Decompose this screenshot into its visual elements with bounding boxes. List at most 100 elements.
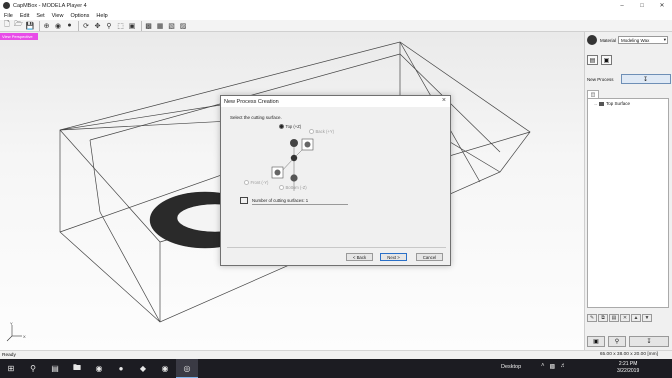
zoom-preview-button[interactable]: ⚲: [608, 336, 626, 347]
cube-front-icon[interactable]: ▦: [155, 21, 165, 31]
maximize-button[interactable]: □: [632, 0, 652, 11]
cut-button[interactable]: ↧: [629, 336, 669, 347]
file-explorer-icon[interactable]: 🖿: [66, 359, 88, 378]
panel-bottom-buttons: ▣ ⚲ ↧: [587, 336, 672, 347]
volume-icon[interactable]: ♬: [560, 363, 566, 370]
globe-view-icon[interactable]: ◉: [53, 21, 63, 31]
tree-item-label: Top Surface: [606, 101, 631, 106]
taskbar: ⊞ ⚲ ▤ 🖿 ◉ ● ◆ ◉ ◎ Desktop ˄ ▩ ♬ 2:21 PM …: [0, 359, 672, 378]
process-panel: Material Modeling Wax ▾ ▤ ▣ New Process …: [584, 32, 672, 350]
move-up-icon[interactable]: ▲: [631, 314, 641, 322]
windows-start-icon[interactable]: ⊞: [0, 359, 22, 378]
edit-icon[interactable]: ✎: [587, 314, 597, 322]
new-process-label: New Process: [587, 76, 614, 82]
back-y-option[interactable]: Back (+Y): [309, 129, 334, 134]
preview-button[interactable]: ▣: [587, 336, 605, 347]
cube-iso-icon[interactable]: ▨: [178, 21, 188, 31]
tree-connector: ....: [594, 101, 598, 106]
zoom-icon[interactable]: ⚲: [104, 21, 114, 31]
toolbar-separator: [38, 20, 40, 31]
machine-settings-icon[interactable]: ▤: [587, 55, 598, 65]
task-view-icon[interactable]: ▤: [44, 359, 66, 378]
cube-solid-icon[interactable]: ▩: [144, 21, 154, 31]
new-process-row: New Process ↧: [587, 74, 671, 84]
material-select[interactable]: Modeling Wax ▾: [618, 36, 669, 44]
search-icon[interactable]: ⚲: [22, 359, 44, 378]
move-icon[interactable]: ✥: [93, 21, 103, 31]
zoom-fit-icon[interactable]: ⬚: [116, 21, 126, 31]
menu-edit[interactable]: Edit: [20, 13, 29, 19]
clock[interactable]: 2:21 PM 3/22/2019: [617, 361, 639, 375]
panel-icons-row: ▤ ▣: [587, 55, 615, 65]
workpiece-dimensions: 65.00 x 38.00 x 20.00 [mm]: [599, 352, 658, 357]
menu-view[interactable]: View: [52, 13, 64, 19]
new-file-icon[interactable]: 🗋: [2, 21, 12, 31]
tree-tab[interactable]: ◫: [587, 90, 599, 98]
window-titlebar: CapMBox - MODELA Player 4 – □ ✕: [0, 0, 672, 11]
cancel-button[interactable]: Cancel: [416, 253, 443, 261]
back-y-label: Back (+Y): [315, 129, 335, 134]
new-process-dialog: New Process Creation × Select the cuttin…: [220, 95, 451, 266]
menu-options[interactable]: Options: [70, 13, 89, 19]
front-y-label: Front (-Y): [250, 180, 269, 185]
back-button[interactable]: < Back: [346, 253, 373, 261]
browser-icon[interactable]: ◉: [88, 359, 110, 378]
modela-player-taskbar-icon[interactable]: ◎: [176, 359, 198, 378]
app-icon-b[interactable]: ◆: [132, 359, 154, 378]
material-label: Material: [600, 37, 617, 43]
network-icon[interactable]: ▩: [550, 363, 556, 370]
system-tray: ˄ ▩ ♬: [541, 363, 571, 370]
tree-item[interactable]: .... Top Surface: [594, 101, 630, 106]
radio-icon: [309, 129, 314, 134]
front-y-option[interactable]: Front (-Y): [244, 180, 268, 185]
menu-help[interactable]: Help: [96, 13, 107, 19]
surface-count-row: Number of cutting surfaces: 1: [240, 197, 348, 205]
clock-time: 2:21 PM: [618, 361, 638, 367]
process-tree: .... Top Surface: [587, 98, 669, 308]
process-icon: [599, 101, 605, 106]
save-icon[interactable]: 💾: [25, 21, 35, 31]
new-process-icon: ↧: [643, 76, 649, 83]
status-text: Ready: [2, 352, 16, 358]
move-down-icon[interactable]: ▼: [642, 314, 652, 322]
status-bar: Ready 65.00 x 38.00 x 20.00 [mm]: [0, 350, 672, 359]
bottom-z-label: Bottom (-Z): [285, 185, 307, 190]
menu-bar: File Edit Set View Options Help: [0, 11, 672, 20]
material-row: Material Modeling Wax ▾: [587, 35, 669, 45]
zoom-window-icon[interactable]: ▣: [127, 21, 137, 31]
desktop-label[interactable]: Desktop: [501, 364, 521, 370]
window-controls: – □ ✕: [612, 0, 672, 11]
menu-file[interactable]: File: [4, 13, 13, 19]
next-button[interactable]: Next >: [380, 253, 407, 261]
count-underline: [252, 204, 348, 205]
surface-count-label: Number of cutting surfaces: 1: [252, 198, 309, 203]
tree-toolbar: ✎ ⧉ ▤ ✕ ▲ ▼: [587, 314, 653, 322]
dialog-divider: [227, 247, 446, 248]
new-process-button[interactable]: ↧: [620, 74, 671, 84]
paste-icon[interactable]: ▤: [609, 314, 619, 322]
minimize-button[interactable]: –: [612, 0, 632, 11]
cube-outline-icon: [240, 197, 248, 204]
open-folder-icon[interactable]: 🗁: [14, 21, 24, 31]
cube-side-icon[interactable]: ▧: [167, 21, 177, 31]
delete-icon[interactable]: ✕: [620, 314, 630, 322]
radio-icon: [279, 185, 284, 190]
material-value: Modeling Wax: [621, 37, 650, 43]
top-view-icon[interactable]: ⊕: [42, 21, 52, 31]
copy-icon[interactable]: ⧉: [598, 314, 608, 322]
axis-indicator: Y X: [6, 322, 26, 342]
app-icon-a[interactable]: ●: [110, 359, 132, 378]
close-button[interactable]: ✕: [652, 0, 672, 11]
rotate-icon[interactable]: ⟳: [81, 21, 91, 31]
chevron-down-icon: ▾: [663, 37, 667, 42]
toolbar-separator: [78, 20, 79, 31]
bottom-z-option[interactable]: Bottom (-Z): [279, 185, 307, 190]
material-settings-icon[interactable]: ▣: [601, 55, 612, 65]
menu-set[interactable]: Set: [36, 13, 44, 19]
chevron-up-icon[interactable]: ˄: [541, 363, 545, 370]
toolbar-separator: [140, 20, 142, 31]
top-z-label: Top (+Z): [285, 124, 302, 129]
top-z-option[interactable]: Top (+Z): [279, 124, 301, 129]
app-icon-c[interactable]: ◉: [154, 359, 176, 378]
sphere-view-icon[interactable]: ●: [65, 21, 75, 31]
